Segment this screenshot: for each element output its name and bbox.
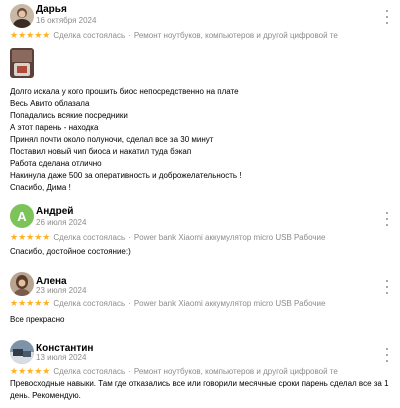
review-text: Все прекрасно <box>10 314 65 326</box>
review-line: Работа сделана отлично <box>10 159 102 168</box>
avatar[interactable]: А <box>10 204 34 228</box>
meta-separator: · <box>128 31 131 40</box>
review-line: Все прекрасно <box>10 315 65 324</box>
avatar[interactable] <box>10 340 34 364</box>
review-line: Долго искала у кого прошить биос непосре… <box>10 87 239 96</box>
author-name[interactable]: Андрей <box>36 206 73 217</box>
deal-status: Сделка состоялась <box>53 367 126 376</box>
review-text: Спасибо, достойное состояние:) <box>10 246 131 258</box>
review-line: Принял почти около полуночи, сделал все … <box>10 135 214 144</box>
review-line: Поставил новый чип биоса и накатил туда … <box>10 147 192 156</box>
review-line: Превосходные навыки. Там где отказались … <box>10 379 389 400</box>
more-vertical-icon[interactable] <box>384 10 390 24</box>
review-line: А этот парень - находка <box>10 123 99 132</box>
review-line: Спасибо, Дима ! <box>10 183 71 192</box>
deal-item-link[interactable]: Ремонт ноутбуков, компьютеров и другой ц… <box>134 31 338 40</box>
review-meta: ★★★★★ Сделка состоялась · Ремонт ноутбук… <box>10 30 338 41</box>
review-meta: ★★★★★ Сделка состоялась · Ремонт ноутбук… <box>10 366 338 377</box>
deal-status: Сделка состоялась <box>53 233 126 242</box>
review-date: 23 июля 2024 <box>36 286 87 295</box>
deal-item-link[interactable]: Power bank Xiaomi аккумулятор micro USB … <box>134 233 326 242</box>
meta-separator: · <box>128 299 131 308</box>
review-date: 26 июля 2024 <box>36 218 87 227</box>
review-meta: ★★★★★ Сделка состоялась · Power bank Xia… <box>10 298 325 309</box>
meta-separator: · <box>128 367 131 376</box>
review-line: Весь Авито облазала <box>10 99 90 108</box>
review-text: Превосходные навыки. Там где отказались … <box>10 378 392 402</box>
rating-stars: ★★★★★ <box>10 298 51 308</box>
review-card: Дарья 16 октября 2024 ★★★★★ Сделка состо… <box>0 0 400 200</box>
rating-stars: ★★★★★ <box>10 232 51 242</box>
review-line: Попадались всякие посредники <box>10 111 128 120</box>
review-photo[interactable] <box>10 48 34 78</box>
review-meta: ★★★★★ Сделка состоялась · Power bank Xia… <box>10 232 325 243</box>
deal-status: Сделка состоялась <box>53 31 126 40</box>
review-date: 16 октября 2024 <box>36 16 97 25</box>
review-line: Спасибо, достойное состояние:) <box>10 247 131 256</box>
rating-stars: ★★★★★ <box>10 30 51 40</box>
review-text: Долго искала у кого прошить биос непосре… <box>10 86 242 194</box>
review-date: 13 июля 2024 <box>36 353 87 362</box>
review-card: А Андрей 26 июля 2024 ★★★★★ Сделка состо… <box>0 204 400 268</box>
deal-status: Сделка состоялась <box>53 299 126 308</box>
review-card: Алена 23 июля 2024 ★★★★★ Сделка состояла… <box>0 272 400 332</box>
more-vertical-icon[interactable] <box>384 212 390 226</box>
avatar[interactable] <box>10 272 34 296</box>
review-line: Накинула даже 500 за оперативность и доб… <box>10 171 242 180</box>
deal-item-link[interactable]: Ремонт ноутбуков, компьютеров и другой ц… <box>134 367 338 376</box>
reviews-feed: Дарья 16 октября 2024 ★★★★★ Сделка состо… <box>0 0 400 408</box>
deal-item-link[interactable]: Power bank Xiaomi аккумулятор micro USB … <box>134 299 326 308</box>
rating-stars: ★★★★★ <box>10 366 51 376</box>
more-vertical-icon[interactable] <box>384 348 390 362</box>
review-card: Константин 13 июля 2024 ★★★★★ Сделка сос… <box>0 340 400 408</box>
meta-separator: · <box>128 233 131 242</box>
more-vertical-icon[interactable] <box>384 280 390 294</box>
avatar[interactable] <box>10 4 34 28</box>
author-name[interactable]: Дарья <box>36 4 67 15</box>
